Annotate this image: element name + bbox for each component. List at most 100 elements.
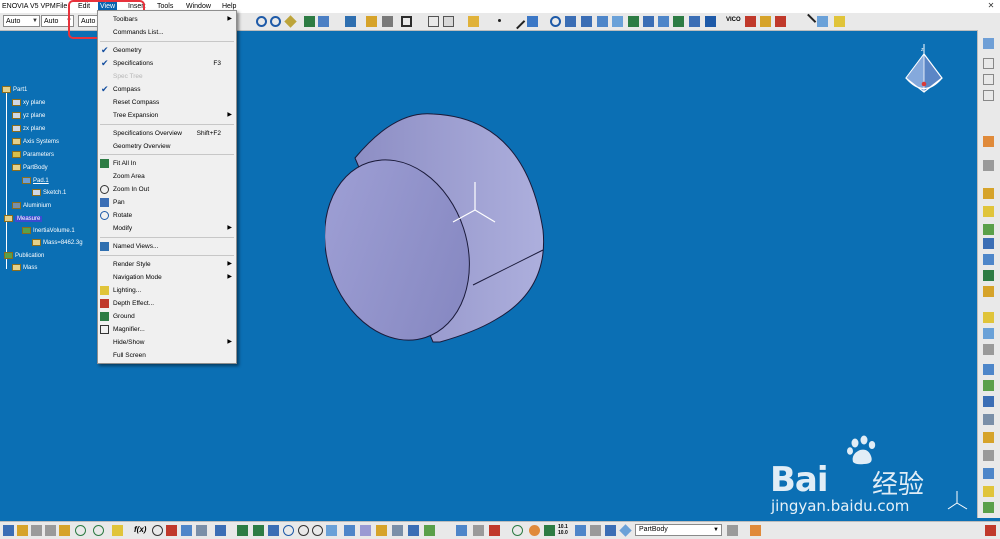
grid-snap-icon[interactable] (575, 525, 586, 536)
cut-icon[interactable] (31, 525, 42, 536)
vico-label[interactable]: VICO (726, 17, 741, 23)
analysis-tool-icon[interactable] (983, 468, 994, 479)
annotation-tool-icon[interactable] (983, 344, 994, 355)
save-icon[interactable] (3, 525, 14, 536)
iso-view-icon[interactable] (344, 525, 355, 536)
menu-item-full-screen[interactable]: Full Screen (98, 349, 236, 362)
redo-icon[interactable] (93, 525, 104, 536)
slot-icon[interactable] (673, 16, 684, 27)
menu-item-geometry-overview[interactable]: Geometry Overview (98, 140, 236, 153)
pocket-icon[interactable] (597, 16, 608, 27)
hole-icon[interactable] (643, 16, 654, 27)
groove-icon[interactable] (628, 16, 639, 27)
menu-item-navigation-mode[interactable]: Navigation Mode ▶ (98, 271, 236, 284)
measure-item-icon[interactable] (983, 328, 994, 339)
tree-node-partbody[interactable]: PartBody (12, 163, 48, 173)
swap-icon[interactable] (443, 16, 454, 27)
point-tool-icon[interactable] (983, 74, 994, 85)
tree-node-aluminium[interactable]: Aluminium (12, 201, 51, 211)
transform-icon[interactable] (983, 238, 994, 249)
capture-icon[interactable] (983, 414, 994, 425)
point-icon[interactable] (498, 19, 501, 22)
line-tool-icon[interactable] (983, 90, 994, 101)
macro-icon[interactable] (196, 525, 207, 536)
menu-item-depth-effect[interactable]: Depth Effect... (98, 297, 236, 310)
tree-node-part1[interactable]: Part1 (2, 85, 27, 95)
axis-icon[interactable] (550, 16, 561, 27)
dress-up-icon[interactable] (983, 224, 994, 235)
filter-icon[interactable] (590, 525, 601, 536)
undo-icon[interactable] (75, 525, 86, 536)
menu-item-specifications-overview[interactable]: Specifications Overview Shift+F2 (98, 127, 236, 140)
whats-this-icon[interactable] (112, 525, 123, 536)
menu-item-magnifier[interactable]: Magnifier... (98, 323, 236, 336)
refresh-icon[interactable] (512, 525, 523, 536)
measure-icon[interactable] (345, 16, 356, 27)
layer-filter-icon[interactable] (605, 525, 616, 536)
tree-node-mass[interactable]: Mass (12, 263, 37, 273)
menu-item-render-style[interactable]: Render Style ▶ (98, 258, 236, 271)
open-icon[interactable] (17, 525, 28, 536)
constraint-icon[interactable] (983, 312, 994, 323)
menu-item-ground[interactable]: Ground (98, 310, 236, 323)
menu-item-zoom-area[interactable]: Zoom Area (98, 170, 236, 183)
material-tool-icon[interactable] (983, 380, 994, 391)
tree-node-mass-value[interactable]: Mass=8462.3g (32, 238, 83, 248)
view-tool-icon[interactable] (983, 396, 994, 407)
menu-item-lighting[interactable]: Lighting... (98, 284, 236, 297)
apply-appearance-icon[interactable] (750, 525, 761, 536)
render-icon[interactable] (424, 525, 435, 536)
annotation-icon[interactable] (834, 16, 845, 27)
pan-tool-icon[interactable] (268, 525, 279, 536)
copy-icon[interactable] (45, 525, 56, 536)
pocket-tool-icon[interactable] (983, 206, 994, 217)
line-icon[interactable] (509, 13, 526, 30)
menu-item-modify[interactable]: Modify ▶ (98, 222, 236, 235)
fly-mode-icon[interactable] (237, 525, 248, 536)
catalog-icon[interactable] (983, 432, 994, 443)
tree-node-measure[interactable]: Measure (4, 214, 43, 224)
ratio-label[interactable]: 10.1 10.0 (558, 524, 572, 536)
tree-node-axis-systems[interactable]: Axis Systems (12, 137, 59, 147)
window-close-icon[interactable]: ✕ (986, 1, 996, 11)
paste-icon[interactable] (59, 525, 70, 536)
datum-icon[interactable] (983, 58, 994, 69)
fit-all-in-icon[interactable] (253, 525, 264, 536)
knowledge-icon[interactable] (983, 450, 994, 461)
polyline-icon[interactable] (800, 13, 817, 30)
analysis-icon[interactable] (745, 16, 756, 27)
stop-icon[interactable] (489, 525, 500, 536)
table-icon[interactable] (181, 525, 192, 536)
pad-tool-icon[interactable] (983, 188, 994, 199)
tree-node-sketch[interactable]: Sketch.1 (32, 188, 66, 198)
tree-node-yz-plane[interactable]: yz plane (12, 111, 45, 121)
normal-view-icon[interactable] (326, 525, 337, 536)
curve-icon[interactable] (817, 16, 828, 27)
menu-item-specifications[interactable]: ✔ Specifications F3 (98, 57, 236, 70)
menu-item-fit-all-in[interactable]: Fit All In (98, 157, 236, 170)
compass-widget[interactable]: z (902, 44, 946, 102)
menu-item-reset-compass[interactable]: Reset Compass (98, 96, 236, 109)
menu-item-hide-show[interactable]: Hide/Show ▶ (98, 336, 236, 349)
rotate-tool-icon[interactable] (283, 525, 294, 536)
pad-icon[interactable] (581, 16, 592, 27)
tree-node-publication[interactable]: Publication (4, 251, 44, 261)
menu-item-named-views[interactable]: Named Views... (98, 240, 236, 253)
draft-icon[interactable] (760, 16, 771, 27)
rotate-icon[interactable] (256, 16, 267, 27)
menu-item-toolbars[interactable]: Toolbars ▶ (98, 13, 236, 26)
current-body-combo[interactable]: PartBody ▼ (635, 524, 722, 536)
part-solid-view[interactable] (325, 110, 555, 344)
select-icon[interactable] (401, 16, 412, 27)
surface-icon[interactable] (983, 270, 994, 281)
sketcher-icon[interactable] (983, 38, 994, 49)
hide-show-icon[interactable] (376, 525, 387, 536)
snap-icon[interactable] (318, 16, 329, 27)
fit-all-icon[interactable] (304, 16, 315, 27)
grid-icon[interactable] (382, 16, 393, 27)
flag-icon[interactable] (166, 525, 177, 536)
formula-icon[interactable] (983, 502, 994, 513)
rib-icon[interactable] (658, 16, 669, 27)
compass-icon[interactable] (775, 16, 786, 27)
menu-file[interactable]: File (54, 2, 69, 12)
